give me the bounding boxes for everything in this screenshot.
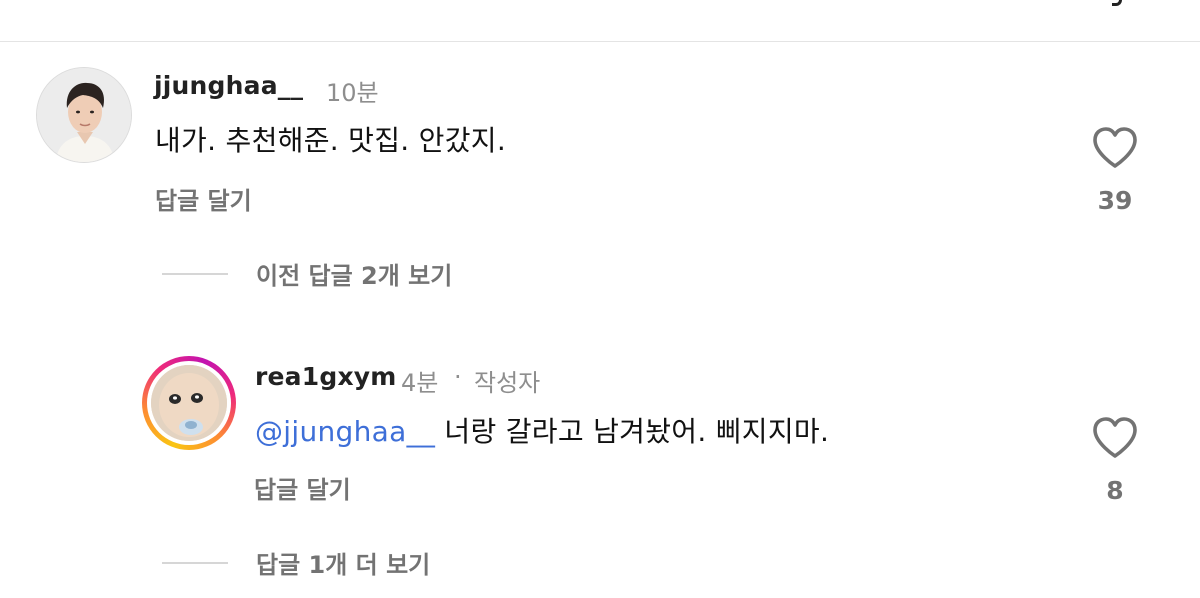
avatar <box>147 361 231 445</box>
meta-separator: · <box>454 363 462 391</box>
username[interactable]: jjunghaa__ <box>154 71 303 100</box>
comments-screen: jjunghaa__ 10분 내가. 추천해준. 맛집. 안갔지. 답글 달기 … <box>0 0 1200 598</box>
avatar[interactable] <box>36 67 132 163</box>
like-count: 39 <box>1097 186 1133 215</box>
reply-button[interactable]: 답글 달기 <box>254 470 351 505</box>
view-previous-replies-label: 이전 답글 2개 보기 <box>256 262 453 290</box>
username[interactable]: rea1gxym <box>255 362 397 391</box>
timestamp: 10분 <box>326 79 379 107</box>
heart-outline-icon <box>1093 417 1137 458</box>
avatar-photo <box>37 68 131 162</box>
view-previous-replies[interactable]: 이전 답글 2개 보기 <box>162 256 452 291</box>
header-glyph <box>1112 0 1122 6</box>
mention-link[interactable]: @jjunghaa__ <box>255 415 435 448</box>
thread-line <box>162 272 228 275</box>
like-button[interactable]: 39 <box>1085 126 1145 215</box>
like-count: 8 <box>1106 476 1124 505</box>
top-divider <box>0 41 1200 42</box>
thread-line <box>162 561 228 564</box>
reply-button[interactable]: 답글 달기 <box>155 181 252 216</box>
comment-text: @jjunghaa__ 너랑 갈라고 남겨놨어. 삐지지마. <box>255 410 829 450</box>
avatar-photo <box>151 365 227 441</box>
view-more-replies-label: 답글 1개 더 보기 <box>256 551 431 579</box>
comment-text: 내가. 추천해준. 맛집. 안갔지. <box>155 124 507 157</box>
like-button[interactable]: 8 <box>1085 416 1145 505</box>
timestamp: 4분 <box>401 369 439 397</box>
story-ring[interactable] <box>142 356 236 450</box>
comment-body: 너랑 갈라고 남겨놨어. 삐지지마. <box>444 415 830 448</box>
heart-outline-icon <box>1093 127 1137 168</box>
view-more-replies[interactable]: 답글 1개 더 보기 <box>162 545 430 580</box>
author-badge: 작성자 <box>474 369 541 397</box>
